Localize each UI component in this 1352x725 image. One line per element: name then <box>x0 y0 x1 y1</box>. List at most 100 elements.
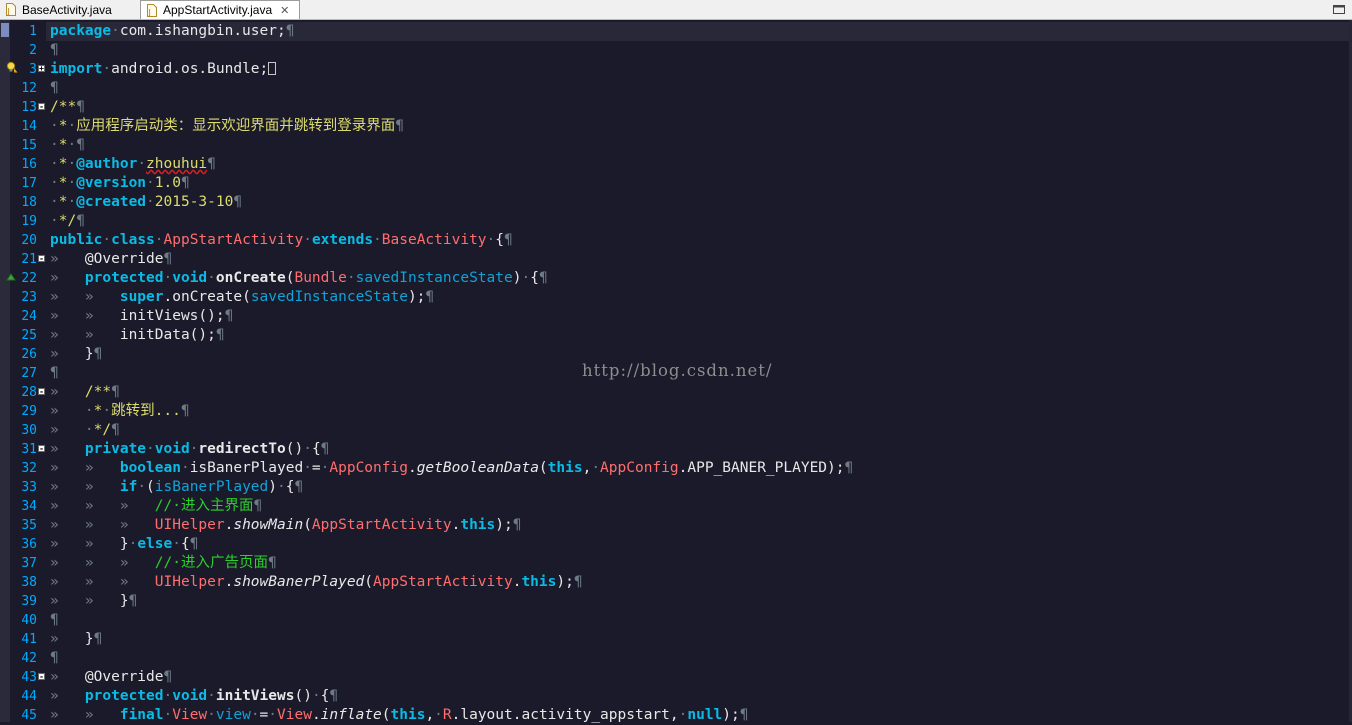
code-token: @Override <box>84 669 164 685</box>
code-token: private <box>84 441 147 457</box>
tab-appstartactivity[interactable]: J AppStartActivity.java ✕ <box>140 0 300 19</box>
code-token: » » <box>50 479 120 495</box>
line-number: 30 <box>21 423 37 438</box>
code-token: ¶ <box>93 346 103 362</box>
line-number: 44 <box>21 689 37 704</box>
code-editor[interactable]: 1 package·com.ishangbin.user;¶ 2 ¶ 3 + import·… <box>0 20 1352 725</box>
code-line[interactable]: 42 ¶ <box>0 649 1352 668</box>
code-token: savedInstanceState <box>250 289 408 305</box>
code-token: UIHelper <box>154 517 225 533</box>
fold-toggle-icon[interactable]: + <box>38 65 45 73</box>
code-text: » » » //·进入广告页面¶ <box>50 554 277 573</box>
code-token: » » <box>50 308 120 324</box>
code-token: zhouhui <box>146 156 208 172</box>
code-token: » » <box>50 289 120 305</box>
code-line[interactable]: 1 package·com.ishangbin.user;¶ <box>0 22 1352 41</box>
code-token: redirectTo <box>198 441 286 457</box>
code-token: { <box>311 441 321 457</box>
code-line[interactable]: 12 ¶ <box>0 79 1352 98</box>
line-number: 18 <box>21 195 37 210</box>
tab-label: BaseActivity.java <box>22 2 112 17</box>
override-marker-icon[interactable] <box>6 271 18 283</box>
code-line[interactable]: 20 public·class·AppStartActivity·extends·… <box>0 231 1352 250</box>
close-icon[interactable]: ✕ <box>280 4 289 17</box>
code-token: super <box>119 289 164 305</box>
code-token: AppStartActivity <box>163 232 304 248</box>
maximize-icon[interactable] <box>1333 5 1345 14</box>
code-line[interactable]: 25 » » initData();¶ <box>0 326 1352 345</box>
fold-toggle-icon[interactable]: - <box>38 673 45 681</box>
code-line[interactable]: 44 » protected·void·initViews()·{¶ <box>0 687 1352 706</box>
code-token: @author <box>76 156 138 172</box>
code-line[interactable]: 38 » » » UIHelper.showBanerPlayed(AppStar… <box>0 573 1352 592</box>
code-token: void <box>172 688 208 704</box>
code-token: com.ishangbin.user; <box>119 23 286 39</box>
code-line[interactable]: 23 » » super.onCreate(savedInstanceState)… <box>0 288 1352 307</box>
code-line[interactable]: 22» protected·void·onCreate(Bundle·saved… <box>0 269 1352 288</box>
fold-toggle-icon[interactable]: - <box>38 388 45 396</box>
code-text: » private·void·redirectTo()·{¶ <box>50 440 329 459</box>
fold-toggle-icon[interactable]: - <box>38 445 45 453</box>
code-token: } <box>84 631 94 647</box>
code-token: · <box>591 460 601 476</box>
code-line[interactable]: 34 » » » //·进入主界面¶ <box>0 497 1352 516</box>
code-token: AppConfig <box>600 460 679 476</box>
code-text: » » }·else·{¶ <box>50 535 198 554</box>
code-line[interactable]: 36» » }·else·{¶ <box>0 535 1352 554</box>
code-token: ); <box>556 574 574 590</box>
code-token: · <box>146 175 155 191</box>
code-line[interactable]: 37 » » » //·进入广告页面¶ <box>0 554 1352 573</box>
code-line[interactable]: 45» » final·View·view·=·View.inflate(thi… <box>0 706 1352 725</box>
code-line[interactable]: 3 + import·android.os.Bundle; <box>0 60 1352 79</box>
code-text: » ·*·跳转到...¶ <box>50 402 190 421</box>
code-line[interactable]: 21-» @Override¶ <box>0 250 1352 269</box>
code-line[interactable]: 14 ·*·应用程序启动类：显示欢迎界面并跳转到登录界面¶ <box>0 117 1352 136</box>
code-line[interactable]: 33 » » if·(isBanerPlayed)·{¶ <box>0 478 1352 497</box>
line-number: 31 <box>21 442 37 457</box>
tab-baseactivity[interactable]: J BaseActivity.java <box>0 0 136 19</box>
code-token: .onCreate( <box>163 289 251 305</box>
code-token: · <box>303 460 312 476</box>
code-line[interactable]: 35 » » » UIHelper.showMain(AppStartActivi… <box>0 516 1352 535</box>
code-line[interactable]: 17 ·*·@version·1.0¶ <box>0 174 1352 193</box>
code-token: · <box>102 232 112 248</box>
code-line[interactable]: 24 » » initViews();¶ <box>0 307 1352 326</box>
code-line[interactable]: 43-» @Override¶ <box>0 668 1352 687</box>
code-token: · <box>137 156 147 172</box>
code-token: final <box>119 707 164 723</box>
code-line[interactable]: 18 ·*·@created·2015-3-10¶ <box>0 193 1352 212</box>
fold-toggle-icon[interactable]: - <box>38 255 45 263</box>
code-text: ·*·@created·2015-3-10¶ <box>50 193 242 212</box>
line-number: 39 <box>21 594 37 609</box>
code-token: package <box>50 23 112 39</box>
code-line[interactable]: 15 ·*·¶ <box>0 136 1352 155</box>
code-token: ) <box>268 479 278 495</box>
line-number: 45 <box>21 708 37 723</box>
code-token: showBanerPlayed <box>233 574 365 590</box>
code-line[interactable]: 16 ·*·@author·zhouhui¶ <box>0 155 1352 174</box>
code-token: //·进入主界面 <box>154 498 254 514</box>
code-token: · <box>50 118 59 134</box>
code-line[interactable]: 28-» /**¶ <box>0 383 1352 402</box>
code-token: ¶ <box>111 384 120 400</box>
code-text: » protected·void·onCreate(Bundle·savedIn… <box>50 269 548 288</box>
code-line[interactable]: 30 » ·*/¶ <box>0 421 1352 440</box>
code-token: » · <box>50 422 94 438</box>
code-token: · <box>303 232 312 248</box>
code-line[interactable]: 2 ¶ <box>0 41 1352 60</box>
fold-toggle-icon[interactable]: - <box>38 103 45 111</box>
code-token: » » » <box>50 574 155 590</box>
code-line[interactable]: 32» » boolean·isBanerPlayed·=·AppConfig.… <box>0 459 1352 478</box>
warning-lightbulb-icon[interactable] <box>6 61 18 73</box>
code-line[interactable]: 39 » » }¶ <box>0 592 1352 611</box>
code-line[interactable]: 41 » }¶ <box>0 630 1352 649</box>
code-line[interactable]: 13-/**¶ <box>0 98 1352 117</box>
code-line[interactable]: 29 » ·*·跳转到...¶ <box>0 402 1352 421</box>
code-line[interactable]: 19 ·*/¶ <box>0 212 1352 231</box>
code-token: · <box>146 194 155 210</box>
code-token: AppStartActivity <box>311 517 452 533</box>
code-line[interactable]: 40 ¶ <box>0 611 1352 630</box>
code-token: » <box>50 270 85 286</box>
code-line[interactable]: 31-» private·void·redirectTo()·{¶ <box>0 440 1352 459</box>
watermark-text: http://blog.csdn.net/ <box>582 361 773 380</box>
